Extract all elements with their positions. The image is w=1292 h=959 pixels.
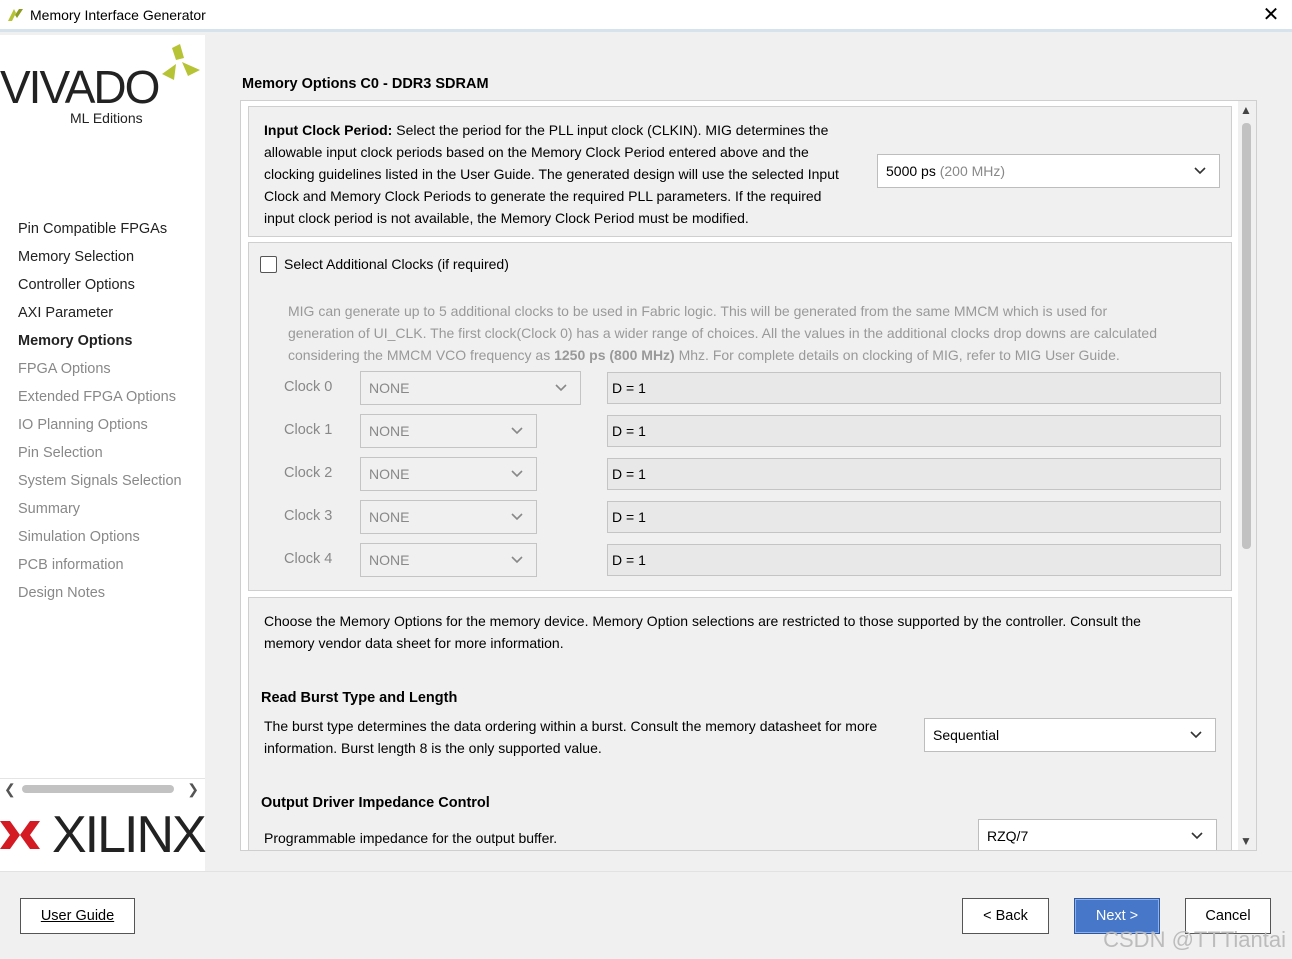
sidebar-item-simulation-options[interactable]: Simulation Options	[18, 526, 182, 554]
sidebar-item-io-planning-options[interactable]: IO Planning Options	[18, 414, 182, 442]
watermark: CSDN @TTTiantai	[1103, 927, 1286, 952]
clock-2-divider: D = 1	[607, 458, 1221, 490]
clock-1-divider: D = 1	[607, 415, 1221, 447]
scrollbar-thumb[interactable]	[1242, 123, 1251, 549]
title-bar: Memory Interface Generator ✕	[0, 0, 1292, 32]
chevron-down-icon	[1191, 832, 1203, 840]
vivado-mark-icon	[162, 44, 200, 80]
xilinx-wordmark: XILINX	[52, 806, 207, 864]
sidebar-item-pin-selection[interactable]: Pin Selection	[18, 442, 182, 470]
clock-3-label: Clock 3	[284, 508, 333, 524]
output-impedance-select[interactable]: RZQ/7	[978, 819, 1217, 850]
page-title: Memory Options C0 - DDR3 SDRAM	[242, 76, 489, 92]
chevron-down-icon	[511, 513, 523, 521]
input-clock-panel: Input Clock Period: Select the period fo…	[248, 106, 1232, 237]
clock-4-label: Clock 4	[284, 551, 333, 567]
memory-options-intro: Choose the Memory Options for the memory…	[264, 613, 1141, 651]
sidebar: VIVADO ML Editions Pin Compatible FPGAs …	[0, 35, 207, 871]
sidebar-item-fpga-options[interactable]: FPGA Options	[18, 358, 182, 386]
clock-0-select[interactable]: NONE	[360, 371, 581, 405]
chevron-down-icon	[511, 556, 523, 564]
input-clock-value: 5000 ps	[886, 163, 936, 179]
burst-description: The burst type determines the data order…	[264, 718, 878, 756]
scroll-right-icon[interactable]: ❯	[187, 781, 199, 798]
chevron-down-icon	[511, 427, 523, 435]
chevron-down-icon	[1194, 167, 1206, 175]
additional-clocks-description: MIG can generate up to 5 additional cloc…	[288, 303, 1157, 363]
scrollbar-thumb[interactable]	[22, 785, 174, 793]
burst-type-select[interactable]: Sequential	[924, 718, 1216, 752]
xilinx-logo: XILINX	[0, 805, 207, 865]
input-clock-label: Input Clock Period:	[264, 122, 393, 138]
vivado-wordmark: VIVADO	[0, 61, 160, 113]
sidebar-item-system-signals-selection[interactable]: System Signals Selection	[18, 470, 182, 498]
wizard-steps: Pin Compatible FPGAs Memory Selection Co…	[18, 218, 182, 610]
memory-options-panel: Choose the Memory Options for the memory…	[248, 597, 1232, 850]
close-icon[interactable]: ✕	[1260, 4, 1282, 26]
clock-4-divider: D = 1	[607, 544, 1221, 576]
chevron-down-icon	[511, 470, 523, 478]
input-clock-description: Input Clock Period: Select the period fo…	[264, 122, 839, 226]
additional-clocks-checkbox[interactable]	[260, 256, 277, 273]
scroll-down-icon[interactable]: ▼	[1240, 834, 1252, 848]
sidebar-item-axi-parameter[interactable]: AXI Parameter	[18, 302, 182, 330]
sidebar-item-memory-options[interactable]: Memory Options	[18, 330, 182, 358]
sidebar-item-pcb-information[interactable]: PCB information	[18, 554, 182, 582]
scroll-left-icon[interactable]: ❮	[4, 781, 16, 798]
sidebar-horizontal-scrollbar[interactable]: ❮ ❯	[0, 778, 205, 798]
clock-2-select[interactable]: NONE	[360, 457, 537, 491]
dialog-footer: User Guide < Back Next > Cancel CSDN @TT…	[0, 871, 1292, 959]
burst-section-title: Read Burst Type and Length	[261, 690, 458, 706]
clock-2-label: Clock 2	[284, 465, 333, 481]
sidebar-item-controller-options[interactable]: Controller Options	[18, 274, 182, 302]
sidebar-item-pin-compatible-fpgas[interactable]: Pin Compatible FPGAs	[18, 218, 182, 246]
vivado-edition: ML Editions	[70, 110, 143, 126]
user-guide-button[interactable]: User Guide	[20, 898, 135, 934]
input-clock-hint: (200 MHz)	[939, 163, 1006, 179]
clock-1-label: Clock 1	[284, 422, 333, 438]
clock-3-divider: D = 1	[607, 501, 1221, 533]
options-scroll-area: Input Clock Period: Select the period fo…	[240, 100, 1257, 851]
clock-4-select[interactable]: NONE	[360, 543, 537, 577]
sidebar-item-memory-selection[interactable]: Memory Selection	[18, 246, 182, 274]
clock-0-label: Clock 0	[284, 379, 333, 395]
chevron-down-icon	[1190, 731, 1202, 739]
input-clock-period-select[interactable]: 5000 ps (200 MHz)	[877, 154, 1220, 188]
additional-clocks-label: Select Additional Clocks (if required)	[284, 256, 509, 272]
clock-0-divider: D = 1	[607, 372, 1221, 404]
sidebar-item-design-notes[interactable]: Design Notes	[18, 582, 182, 610]
odic-description: Programmable impedance for the output bu…	[264, 830, 558, 846]
vertical-scrollbar[interactable]: ▲ ▼	[1238, 101, 1256, 850]
clock-1-select[interactable]: NONE	[360, 414, 537, 448]
vivado-logo: VIVADO ML Editions	[0, 40, 205, 135]
odic-section-title: Output Driver Impedance Control	[261, 795, 490, 811]
window-title: Memory Interface Generator	[30, 7, 206, 23]
vivado-app-icon	[8, 9, 23, 21]
additional-clocks-panel: Select Additional Clocks (if required) M…	[248, 242, 1232, 591]
xilinx-mark-icon	[0, 821, 40, 849]
sidebar-item-extended-fpga-options[interactable]: Extended FPGA Options	[18, 386, 182, 414]
clock-3-select[interactable]: NONE	[360, 500, 537, 534]
back-button[interactable]: < Back	[962, 898, 1049, 934]
chevron-down-icon	[555, 384, 567, 392]
scroll-up-icon[interactable]: ▲	[1240, 103, 1252, 117]
sidebar-item-summary[interactable]: Summary	[18, 498, 182, 526]
